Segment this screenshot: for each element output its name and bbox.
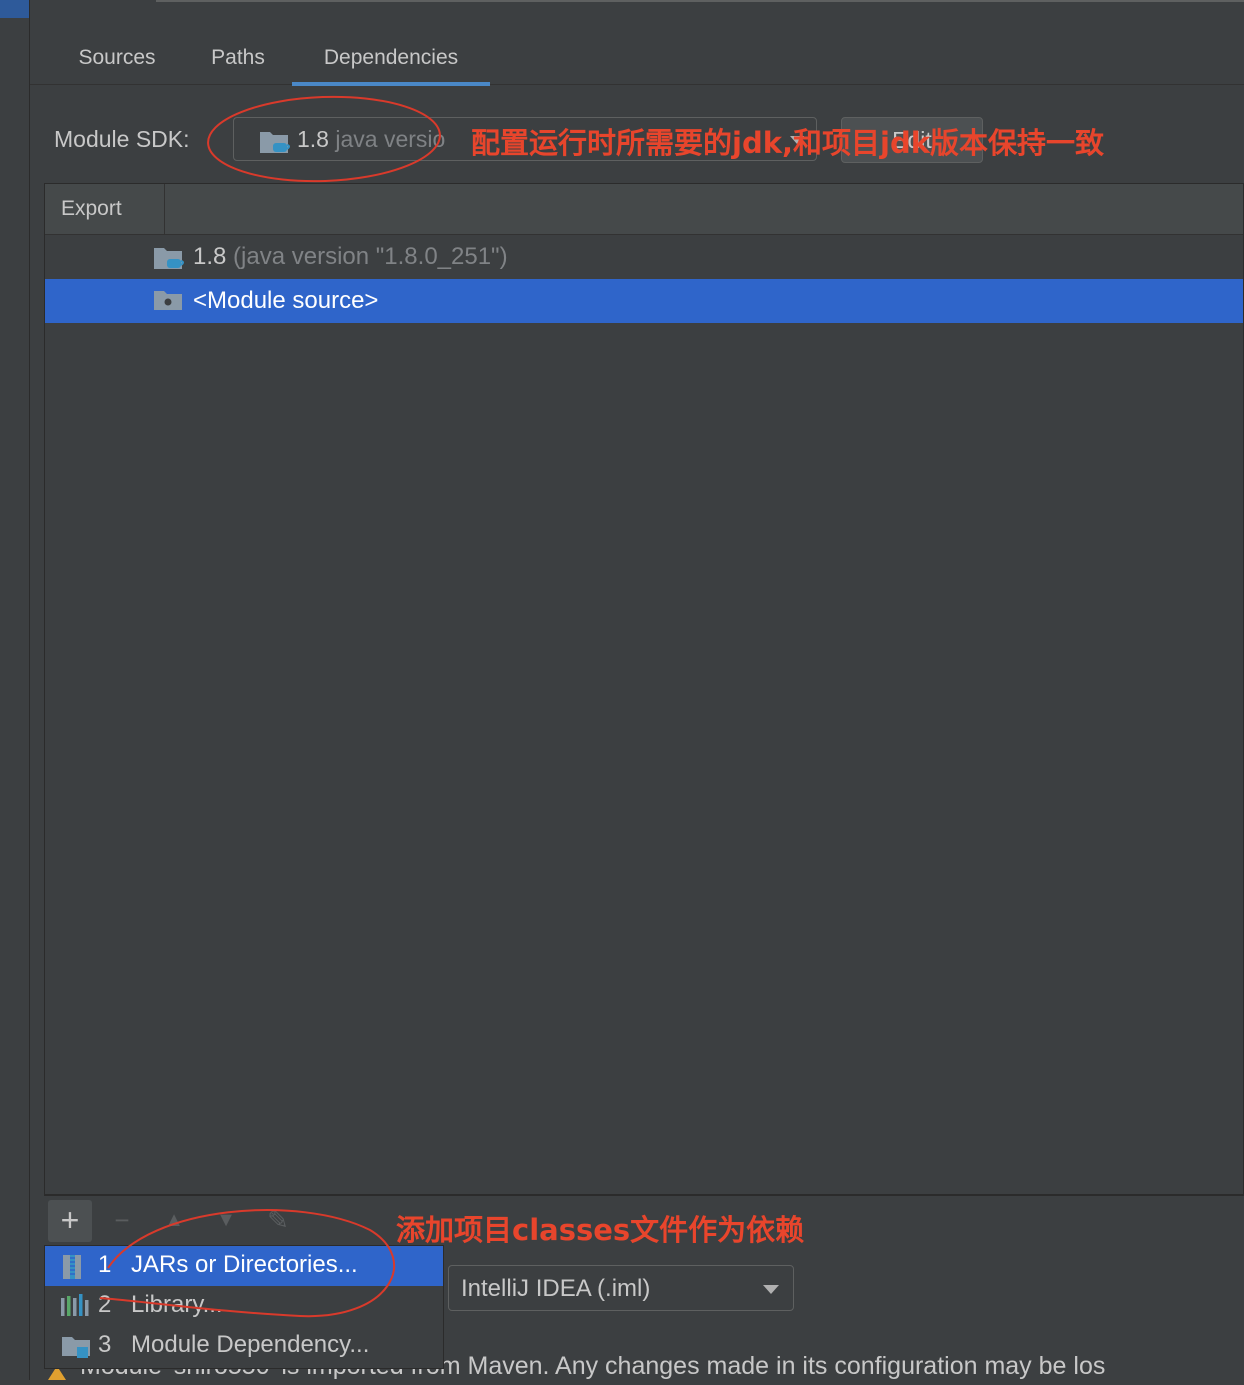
pencil-icon[interactable]: ✎ — [260, 1202, 296, 1238]
library-icon — [61, 1294, 91, 1323]
table-row[interactable]: 1.8 (java version "1.8.0_251") — [45, 235, 1243, 279]
menu-item-number: 2 — [98, 1291, 112, 1318]
add-dependency-popup: 1 JARs or Directories... 2 Library... 3 … — [44, 1245, 444, 1369]
sdk-annotation: 配置运行时所需要的jdk,和项目jdk版本保持一致 — [471, 126, 1104, 160]
tab-paths[interactable]: Paths — [196, 34, 280, 84]
table-row-selected[interactable]: <Module source> — [45, 279, 1243, 323]
export-column-header: Export — [45, 184, 165, 234]
menu-item-number: 3 — [98, 1331, 112, 1358]
row-name: <Module source> — [193, 287, 379, 314]
menu-item-module-dependency[interactable]: 3 Module Dependency... — [45, 1326, 443, 1366]
dependencies-table: Export 1.8 (java version "1.8.0_251") <M… — [44, 183, 1244, 1195]
table-header: Export — [45, 184, 1243, 235]
left-strip — [0, 0, 30, 1380]
left-strip-accent — [0, 0, 29, 18]
storage-format-value: IntelliJ IDEA (.iml) — [461, 1275, 651, 1302]
jar-icon — [61, 1254, 85, 1285]
sdk-version-detail: java versio — [335, 126, 446, 152]
chevron-down-icon — [763, 1285, 779, 1294]
menu-item-label: Library... — [131, 1291, 223, 1318]
remove-icon[interactable]: − — [104, 1202, 140, 1238]
move-up-icon[interactable]: ▲ — [156, 1202, 192, 1238]
storage-format-dropdown[interactable]: IntelliJ IDEA (.iml) — [448, 1265, 794, 1311]
add-annotation: 添加项目classes文件作为依赖 — [396, 1213, 805, 1247]
jdk-folder-icon — [153, 244, 185, 277]
sdk-version: 1.8 — [297, 126, 329, 152]
jdk-folder-icon — [259, 128, 291, 161]
module-source-folder-icon — [153, 288, 183, 317]
menu-item-number: 1 — [98, 1251, 112, 1278]
row-name: 1.8 — [193, 243, 227, 270]
tab-bar: Sources Paths Dependencies — [30, 34, 1244, 86]
tab-sources[interactable]: Sources — [58, 34, 176, 84]
tab-dependencies[interactable]: Dependencies — [292, 34, 490, 86]
menu-item-label: JARs or Directories... — [131, 1251, 358, 1278]
menu-item-library[interactable]: 2 Library... — [45, 1286, 443, 1326]
row-detail: (java version "1.8.0_251") — [233, 243, 508, 270]
module-sdk-label: Module SDK: — [54, 126, 190, 152]
add-icon[interactable]: + — [48, 1200, 92, 1242]
module-icon — [61, 1334, 91, 1365]
top-divider — [156, 0, 1244, 2]
menu-item-label: Module Dependency... — [131, 1331, 370, 1358]
menu-item-jars-or-directories[interactable]: 1 JARs or Directories... — [45, 1246, 443, 1286]
move-down-icon[interactable]: ▼ — [208, 1202, 244, 1238]
